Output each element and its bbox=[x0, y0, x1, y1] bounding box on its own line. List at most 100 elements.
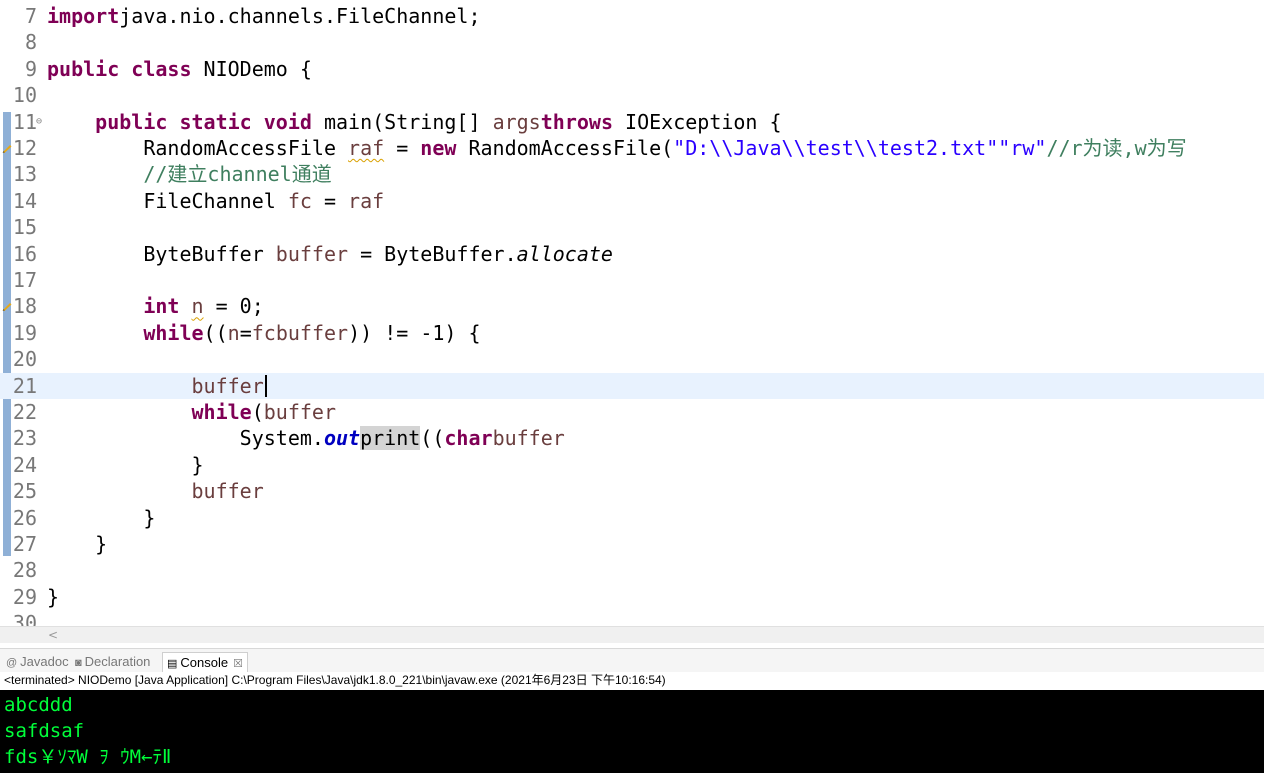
code-line[interactable]: 25 buffer bbox=[0, 478, 1264, 504]
code-line[interactable]: 10 bbox=[0, 82, 1264, 108]
line-number: 27 bbox=[12, 532, 37, 556]
close-icon[interactable]: ☒ bbox=[233, 658, 243, 670]
code-token: System. bbox=[47, 426, 324, 451]
line-number: 7 bbox=[24, 4, 37, 28]
code-line[interactable]: 20 bbox=[0, 346, 1264, 372]
code-token: "D:\\Java\\test\\test2.txt" bbox=[673, 136, 999, 160]
code-text: } bbox=[47, 505, 155, 531]
code-line[interactable]: 22 while(buffer bbox=[0, 399, 1264, 425]
code-line[interactable]: 28 bbox=[0, 557, 1264, 583]
code-token: n bbox=[227, 320, 240, 345]
tab-declaration[interactable]: ◙ Declaration bbox=[75, 652, 150, 672]
code-line[interactable]: 27 } bbox=[0, 531, 1264, 557]
line-number: 29 bbox=[12, 584, 37, 609]
code-token: raf bbox=[348, 188, 385, 213]
line-number: 28 bbox=[12, 558, 37, 583]
code-token: fc bbox=[287, 188, 312, 213]
line-number: 9 bbox=[24, 56, 37, 81]
code-text: public static void main(String[] argsthr… bbox=[47, 109, 781, 135]
line-number: 19 bbox=[12, 320, 37, 345]
code-text: //建立channel通道 bbox=[47, 161, 332, 187]
code-line[interactable]: 19 while((n=fcbuffer)) != -1) { bbox=[0, 320, 1264, 346]
views-tab-bar: @ Javadoc ◙ Declaration ▤ Console ☒ bbox=[0, 648, 1264, 673]
code-token: while bbox=[143, 320, 204, 345]
code-token: } bbox=[47, 452, 204, 477]
code-line[interactable]: 11 ⊖ public static void main(String[] arg… bbox=[0, 109, 1264, 135]
console-line: fds￥ｿﾏW ｦ ｳM←ﾃⅡ bbox=[4, 746, 172, 768]
code-line[interactable]: 13 //建立channel通道 bbox=[0, 161, 1264, 187]
code-line[interactable]: 8 bbox=[0, 29, 1264, 55]
text-caret bbox=[264, 374, 267, 397]
javadoc-icon: @ bbox=[6, 657, 18, 669]
code-line[interactable]: 26 } bbox=[0, 505, 1264, 531]
code-token: main(String[] bbox=[311, 109, 493, 134]
code-text: FileChannel fc = raf bbox=[47, 188, 384, 214]
code-token: char bbox=[444, 426, 493, 451]
fold-toggle-icon[interactable]: ⊖ bbox=[36, 109, 42, 135]
line-number: 30 bbox=[12, 611, 37, 626]
code-line[interactable]: 15 bbox=[0, 214, 1264, 240]
code-line[interactable]: 23 System.outprint((charbuffer bbox=[0, 425, 1264, 451]
horizontal-scrollbar[interactable]: < bbox=[0, 626, 1264, 643]
line-number: 16 bbox=[12, 241, 37, 266]
code-line[interactable]: 21 buffer bbox=[0, 372, 1264, 399]
code-line[interactable]: 9 public class NIODemo { bbox=[0, 56, 1264, 82]
code-text: int n = 0; bbox=[47, 293, 263, 319]
code-token: = ByteBuffer. bbox=[348, 241, 517, 266]
code-text: } bbox=[47, 584, 59, 610]
code-token: int bbox=[143, 294, 180, 319]
code-line[interactable]: 16 ByteBuffer buffer = ByteBuffer.alloca… bbox=[0, 241, 1264, 267]
code-line[interactable]: 29} bbox=[0, 584, 1264, 610]
code-text: public class NIODemo { bbox=[47, 56, 312, 82]
declaration-icon: ◙ bbox=[75, 657, 82, 669]
code-line[interactable]: 7 importjava.nio.channels.FileChannel; bbox=[0, 3, 1264, 29]
code-editor[interactable]: 7 importjava.nio.channels.FileChannel; 8 9 p… bbox=[0, 0, 1264, 626]
code-token: NIODemo { bbox=[191, 56, 312, 81]
code-line[interactable]: 17 bbox=[0, 267, 1264, 293]
code-text: } bbox=[47, 452, 204, 478]
console-line: abcddd bbox=[4, 694, 73, 716]
code-token: buffer bbox=[275, 241, 349, 266]
code-text: while(buffer bbox=[47, 399, 337, 425]
code-line[interactable]: 14 FileChannel fc = raf bbox=[0, 188, 1264, 214]
tab-declaration-label: Declaration bbox=[84, 654, 151, 669]
line-number: 14 bbox=[12, 188, 37, 213]
line-number: 26 bbox=[12, 505, 37, 530]
code-text: RandomAccessFile raf = new RandomAccessF… bbox=[47, 135, 1187, 161]
code-line[interactable]: 30 bbox=[0, 610, 1264, 626]
code-token: //建立channel通道 bbox=[143, 162, 332, 187]
code-token: class bbox=[131, 56, 192, 81]
code-token: (( bbox=[420, 426, 445, 451]
code-text: buffer bbox=[47, 478, 264, 504]
line-number: 25 bbox=[12, 479, 37, 504]
code-token: "rw" bbox=[998, 136, 1047, 160]
code-line[interactable]: 12 RandomAccessFile raf = new RandomAcce… bbox=[0, 135, 1264, 161]
code-token: n bbox=[191, 294, 204, 319]
scroll-left-arrow[interactable]: < bbox=[48, 627, 58, 643]
code-token: public bbox=[47, 56, 120, 81]
line-number: 11 bbox=[12, 109, 37, 134]
tab-javadoc[interactable]: @ Javadoc bbox=[6, 652, 69, 672]
tab-console[interactable]: ▤ Console ☒ bbox=[162, 652, 248, 673]
code-token: new bbox=[420, 136, 457, 160]
code-token: ( bbox=[251, 400, 264, 424]
code-text: while((n=fcbuffer)) != -1) { bbox=[47, 320, 480, 346]
code-line[interactable]: 24 } bbox=[0, 452, 1264, 478]
line-number: 10 bbox=[12, 83, 37, 108]
code-token: //r为读,w为写 bbox=[1046, 136, 1187, 160]
code-token: args bbox=[492, 109, 541, 134]
console-status-line: <terminated> NIODemo [Java Application] … bbox=[0, 672, 1264, 689]
code-token: allocate bbox=[516, 241, 613, 266]
code-token: } bbox=[47, 584, 60, 609]
code-line[interactable]: 18 int n = 0; bbox=[0, 293, 1264, 319]
code-token: while bbox=[191, 400, 252, 424]
console-output[interactable]: abcddd safdsaf fds￥ｿﾏW ｦ ｳM←ﾃⅡ bbox=[0, 690, 1264, 773]
line-number: 17 bbox=[12, 268, 37, 292]
